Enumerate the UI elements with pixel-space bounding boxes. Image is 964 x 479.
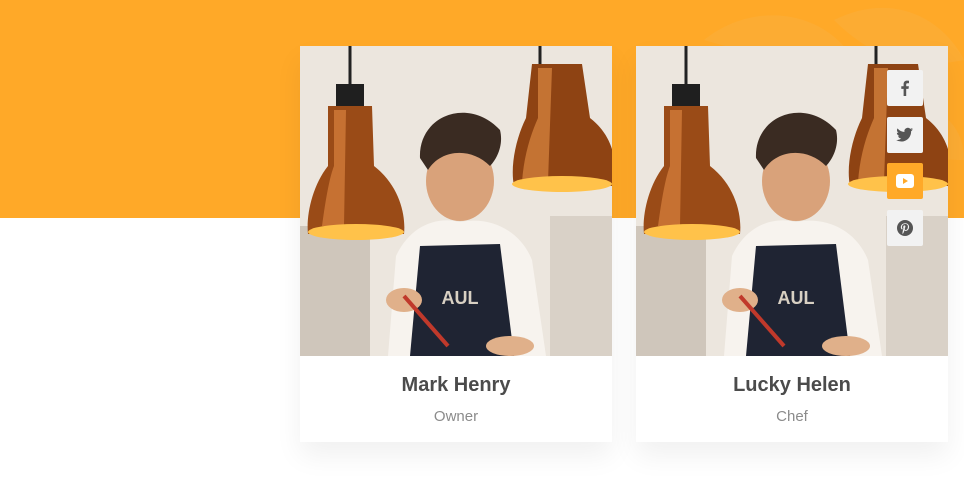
member-role: Chef bbox=[776, 408, 808, 425]
facebook-button[interactable] bbox=[887, 70, 923, 106]
member-name: Mark Henry bbox=[401, 374, 511, 396]
pinterest-button[interactable] bbox=[887, 210, 923, 246]
team-section: AUL Mark Henry Owner AUL Lucky Helen Che… bbox=[0, 0, 964, 479]
member-role: Owner bbox=[433, 408, 479, 425]
chef-photo: AUL bbox=[300, 46, 612, 356]
pinterest-icon bbox=[897, 220, 913, 236]
facebook-icon bbox=[901, 80, 909, 96]
youtube-icon bbox=[896, 174, 914, 188]
team-card-lucky-helen[interactable]: AUL Lucky Helen Chef bbox=[636, 46, 948, 442]
svg-text:AUL: AUL bbox=[778, 288, 815, 308]
twitter-icon bbox=[896, 127, 913, 142]
youtube-button[interactable] bbox=[887, 163, 923, 199]
member-name: Lucky Helen bbox=[733, 374, 851, 396]
team-card-mark-henry[interactable]: AUL Mark Henry Owner bbox=[300, 46, 612, 442]
svg-text:AUL: AUL bbox=[442, 288, 479, 308]
twitter-button[interactable] bbox=[887, 117, 923, 153]
